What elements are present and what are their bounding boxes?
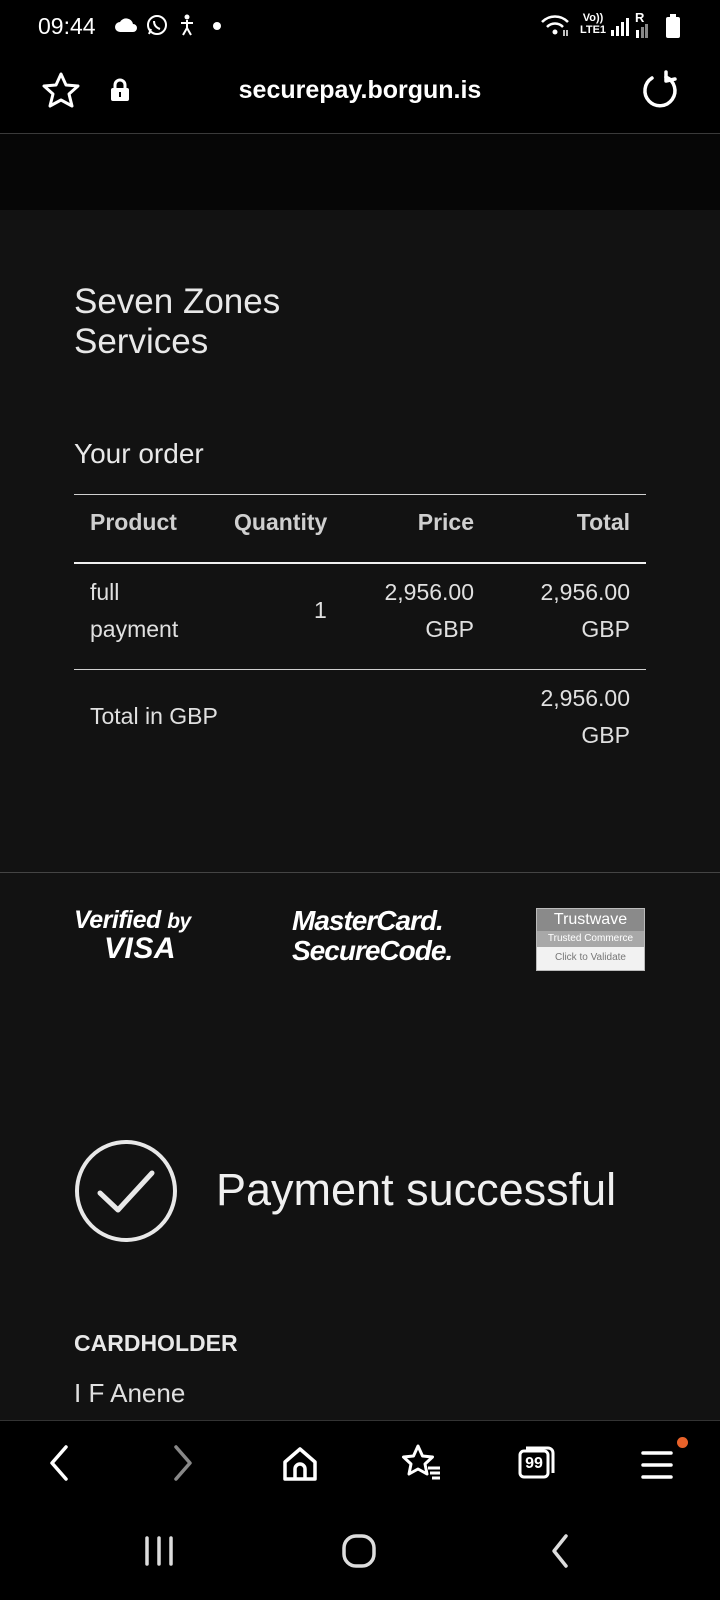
dot-icon	[213, 22, 221, 30]
url-field[interactable]: securepay.borgun.is	[0, 76, 720, 105]
back-nav-icon[interactable]	[548, 1532, 574, 1570]
cardholder-label: CARDHOLDER	[74, 1330, 238, 1356]
column-header-product: Product	[90, 509, 177, 535]
merchant-name: Seven Zones Services	[74, 282, 281, 361]
forward-arrow-icon[interactable]	[168, 1441, 198, 1485]
verified-by-visa-logo: Verified by VISA	[74, 906, 191, 965]
home-icon[interactable]	[280, 1441, 320, 1485]
mastercard-line1: MasterCard.	[292, 905, 444, 936]
table-top-rule	[74, 494, 646, 495]
network-label: Vo)) LTE1	[579, 12, 607, 36]
signal-icon	[611, 18, 629, 36]
visa-by: by	[167, 910, 191, 933]
column-header-total: Total	[576, 509, 630, 535]
menu-icon[interactable]	[640, 1449, 674, 1481]
home-button-icon[interactable]	[340, 1532, 378, 1570]
row-product-line1: full	[90, 579, 120, 605]
cloud-icon	[115, 18, 137, 32]
total-amount-line2: GBP	[581, 722, 630, 748]
column-header-price: Price	[417, 509, 474, 535]
row-total-line2: GBP	[581, 616, 630, 642]
row-product-line2: payment	[90, 616, 179, 642]
trustwave-title: Trustwave	[537, 909, 644, 931]
battery-icon	[666, 14, 680, 38]
wifi-icon	[541, 15, 569, 36]
visa-line1: Verified	[74, 906, 161, 934]
total-label: Total in GBP	[90, 703, 218, 729]
row-price-line2: GBP	[425, 616, 474, 642]
check-circle-icon	[75, 1140, 177, 1242]
accessibility-icon	[181, 14, 193, 36]
page-content: Seven Zones Services Your order Product …	[0, 134, 720, 1420]
reload-icon[interactable]	[640, 70, 680, 110]
trustwave-seal[interactable]: Trustwave Trusted Commerce Click to Vali…	[536, 908, 645, 971]
status-time: 09:44	[38, 13, 96, 39]
address-bar: securepay.borgun.is	[0, 52, 720, 134]
system-navigation-bar	[0, 1512, 720, 1600]
row-total-line1: 2,956.00	[540, 579, 630, 605]
page-header-strip	[0, 134, 720, 210]
back-arrow-icon[interactable]	[44, 1441, 74, 1485]
section-divider	[0, 872, 720, 873]
mastercard-line2: SecureCode.	[292, 935, 453, 966]
cardholder-name: I F Anene	[74, 1378, 186, 1408]
notification-dot	[677, 1437, 688, 1448]
whatsapp-icon	[147, 15, 167, 35]
row-quantity: 1	[314, 597, 327, 623]
order-title: Your order	[74, 438, 204, 469]
roaming-indicator: R	[635, 10, 645, 25]
payment-status-message: Payment successful	[216, 1164, 617, 1215]
browser-toolbar: 99	[0, 1420, 720, 1512]
table-row-rule	[74, 669, 646, 670]
row-price-line1: 2,956.00	[384, 579, 474, 605]
trustwave-subtitle: Trusted Commerce	[537, 931, 644, 947]
table-header-rule	[74, 562, 646, 564]
bookmarks-icon[interactable]	[400, 1441, 444, 1485]
signal-icon	[636, 24, 648, 38]
tabs-button[interactable]: 99	[518, 1445, 556, 1479]
total-amount-line1: 2,956.00	[540, 685, 630, 711]
tab-count: 99	[525, 1455, 543, 1472]
mastercard-securecode-logo: MasterCard. SecureCode.	[292, 905, 453, 966]
column-header-quantity: Quantity	[234, 509, 328, 535]
status-bar: 09:44 Vo)) LTE1 R	[0, 0, 720, 52]
trustwave-validate-link[interactable]: Click to Validate	[537, 947, 644, 969]
visa-line2: VISA	[104, 932, 177, 965]
recent-apps-icon[interactable]	[142, 1534, 176, 1568]
